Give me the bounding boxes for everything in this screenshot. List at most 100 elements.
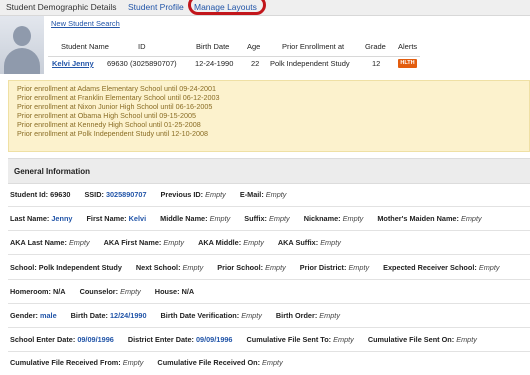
field-label: Birth Order: — [275, 311, 318, 320]
field-label: Cumulative File Received On: — [157, 358, 261, 367]
summary-divider — [48, 56, 420, 57]
general-information-header: General Information — [8, 158, 530, 184]
field: Expected Receiver School: Empty — [383, 263, 499, 272]
highlight-ring — [188, 0, 266, 15]
field-value: Empty — [120, 287, 141, 296]
field-label: Cumulative File Sent On: — [367, 335, 455, 344]
field-row: School: Polk Independent Study Next Schoo… — [10, 263, 514, 272]
field-label: SSID: — [84, 190, 104, 199]
student-photo-placeholder — [0, 16, 44, 74]
birth-date-value: 12-24-1990 — [195, 59, 234, 68]
field-value: Empty — [478, 263, 500, 272]
row-divider — [8, 327, 530, 328]
field-label: Middle Name: — [160, 214, 208, 223]
field-label: Next School: — [135, 263, 181, 272]
field-label: Nickname: — [303, 214, 341, 223]
field-value: 69630 — [50, 190, 71, 199]
field: Last Name: Jenny — [10, 214, 72, 223]
prior-enrollment-line: Prior enrollment at Polk Independent Stu… — [17, 128, 208, 138]
field-value: Empty — [241, 311, 262, 320]
row-divider — [8, 254, 530, 255]
section-title: General Information — [14, 167, 91, 176]
field: AKA Middle: Empty — [198, 238, 264, 247]
field: Suffix: Empty — [244, 214, 289, 223]
field-value: Empty — [209, 214, 231, 223]
field: Student Id: 69630 — [10, 190, 70, 199]
field: AKA Suffix: Empty — [278, 238, 341, 247]
field-value: Empty — [319, 311, 340, 320]
tab-student-profile[interactable]: Student Profile — [128, 2, 184, 12]
field-value: Empty — [265, 263, 286, 272]
row-divider — [8, 303, 530, 304]
field-value: Empty — [205, 190, 226, 199]
prior-enrollment-value: Polk Independent Study — [270, 59, 350, 68]
field-value[interactable]: Kelvi — [129, 214, 146, 223]
field-label: School: — [10, 263, 37, 272]
row-divider — [8, 351, 530, 352]
new-student-search-link[interactable]: New Student Search — [51, 19, 120, 28]
field-label: Prior District: — [299, 263, 347, 272]
row-divider — [8, 230, 530, 231]
prior-enrollment-notice: Prior enrollment at Adams Elementary Sch… — [8, 80, 530, 152]
field-value[interactable]: 12/24/1990 — [110, 311, 147, 320]
field-value: Empty — [163, 238, 185, 247]
field: Birth Date: 12/24/1990 — [71, 311, 147, 320]
field-label: Birth Date: — [70, 311, 108, 320]
field-value[interactable]: Jenny — [51, 214, 72, 223]
field-label: District Enter Date: — [127, 335, 194, 344]
student-id-value: 69630 (3025890707) — [107, 59, 177, 68]
field: School Enter Date: 09/09/1996 — [10, 335, 114, 344]
field: Birth Order: Empty — [276, 311, 340, 320]
field: E-Mail: Empty — [240, 190, 287, 199]
field: Nickname: Empty — [304, 214, 364, 223]
field-value: Empty — [348, 263, 370, 272]
field-label: Last Name: — [10, 214, 50, 223]
field: Previous ID: Empty — [161, 190, 226, 199]
field-label: House: — [154, 287, 180, 296]
field: Mother's Maiden Name: Empty — [377, 214, 481, 223]
field-label: Previous ID: — [160, 190, 204, 199]
header-age: Age — [247, 42, 261, 51]
field-label: School Enter Date: — [10, 335, 76, 344]
health-alert-badge[interactable]: HLTH — [398, 59, 417, 68]
field: AKA First Name: Empty — [104, 238, 184, 247]
field-label: Cumulative File Sent To: — [246, 335, 332, 344]
field-label: AKA First Name: — [103, 238, 162, 247]
field: Prior School: Empty — [217, 263, 286, 272]
age-value: 22 — [251, 59, 260, 68]
field-value: N/A — [52, 287, 66, 296]
field-value[interactable]: male — [40, 311, 57, 320]
field-value: Empty — [269, 214, 290, 223]
field-label: AKA Last Name: — [10, 238, 67, 247]
student-name-link[interactable]: Kelvi Jenny — [52, 59, 94, 68]
field-value[interactable]: 09/09/1996 — [77, 335, 114, 344]
field-value: Empty — [68, 238, 90, 247]
field: House: N/A — [155, 287, 194, 296]
field-value: Polk Independent Study — [38, 263, 122, 272]
field-label: Cumulative File Received From: — [10, 358, 121, 367]
field-label: Student Id: — [10, 190, 49, 199]
header-student-name: Student Name — [61, 42, 109, 51]
header-prior-enrollment: Prior Enrollment at — [282, 42, 345, 51]
header-id: ID — [138, 42, 146, 51]
field: Cumulative File Received From: Empty — [10, 358, 143, 367]
field-row: Homeroom: N/A Counselor: Empty House: N/A — [10, 287, 208, 296]
tab-student-demographic-details[interactable]: Student Demographic Details — [6, 2, 117, 12]
field-label: Suffix: — [244, 214, 267, 223]
field: Next School: Empty — [136, 263, 203, 272]
header-alerts: Alerts — [398, 42, 418, 51]
row-divider — [8, 279, 530, 280]
field-value: Empty — [460, 214, 482, 223]
field: Homeroom: N/A — [10, 287, 66, 296]
field-value: Empty — [456, 335, 477, 344]
field: District Enter Date: 09/09/1996 — [128, 335, 233, 344]
grade-value: 12 — [372, 59, 381, 68]
header-birth-date: Birth Date — [196, 42, 230, 51]
field: Birth Date Verification: Empty — [161, 311, 262, 320]
field-value[interactable]: 3025890707 — [106, 190, 147, 199]
field-label: AKA Middle: — [198, 238, 242, 247]
field-value[interactable]: 09/09/1996 — [196, 335, 233, 344]
row-divider — [8, 206, 530, 207]
field-row: School Enter Date: 09/09/1996 District En… — [10, 335, 491, 344]
header-grade: Grade — [365, 42, 386, 51]
